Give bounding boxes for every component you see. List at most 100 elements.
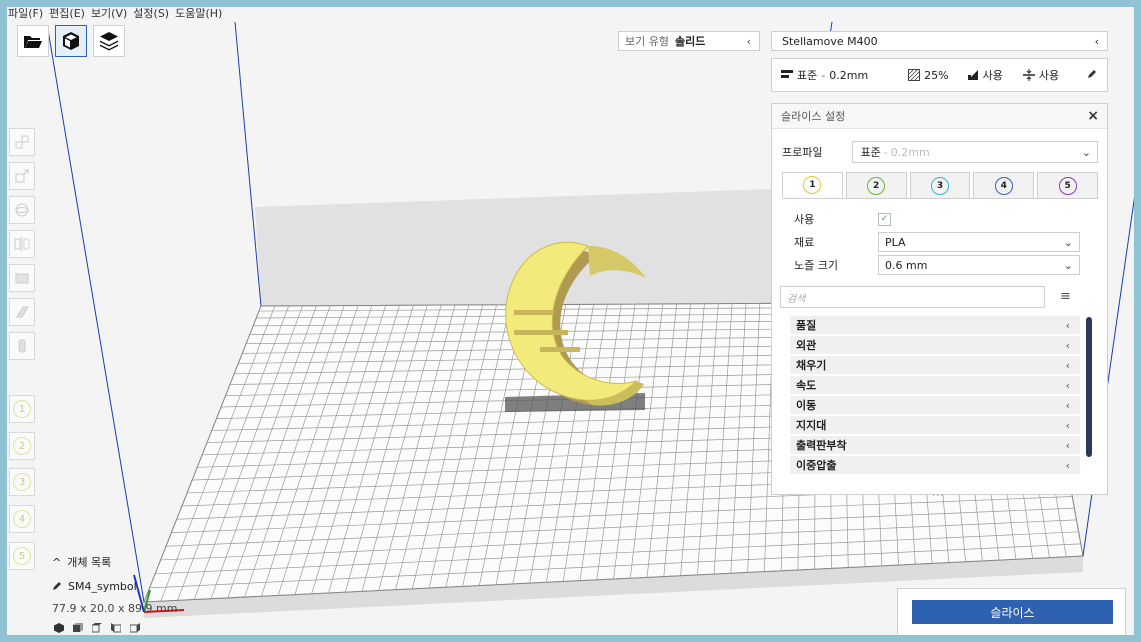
- chevron-left-icon: ‹: [1094, 34, 1099, 48]
- mirror-tool-button[interactable]: [9, 230, 35, 258]
- camera-view-buttons: [54, 622, 140, 633]
- slice-button[interactable]: 슬라이스: [912, 600, 1113, 624]
- extruder-select-5[interactable]: 5: [9, 542, 35, 570]
- summary-support: 사용: [967, 67, 1003, 83]
- object-list-toggle[interactable]: ^ 개체 목록: [52, 553, 177, 571]
- category-speed[interactable]: 속도 ‹: [790, 376, 1080, 394]
- chevron-down-icon: ⌄: [1063, 235, 1073, 249]
- tab-extruder-5[interactable]: 5: [1037, 172, 1098, 198]
- material-dropdown[interactable]: PLA ⌄: [878, 232, 1080, 252]
- extruder-select-2[interactable]: 2: [9, 432, 35, 460]
- object-list: ^ 개체 목록 SM4_symbol 77.9 x 20.0 x 89.9 mm: [52, 553, 177, 617]
- enable-row: 사용 ✓: [794, 209, 891, 229]
- layers-icon: [100, 32, 118, 51]
- view-front-icon[interactable]: [73, 622, 83, 632]
- support-blocker-button[interactable]: [9, 264, 35, 292]
- menu-help[interactable]: 도움말(H): [175, 7, 222, 21]
- profile-dropdown[interactable]: 표준 - 0.2mm ⌄: [851, 141, 1098, 163]
- cylinder-icon: [18, 339, 26, 353]
- enable-checkbox[interactable]: ✓: [878, 212, 891, 226]
- category-quality[interactable]: 품질 ‹: [790, 316, 1080, 334]
- object-name: SM4_symbol: [68, 579, 137, 593]
- category-shell[interactable]: 외관 ‹: [790, 336, 1080, 354]
- material-label: 재료: [794, 236, 815, 249]
- chevron-left-icon: ‹: [1065, 438, 1070, 452]
- profile-label: 프로파일: [782, 146, 823, 159]
- chevron-left-icon: ‹: [1065, 398, 1070, 412]
- category-travel[interactable]: 이동 ‹: [790, 396, 1080, 414]
- printer-selector[interactable]: Stellamove M400 ‹: [771, 31, 1108, 51]
- extruder-tabs: 1 2 3 4 5: [782, 172, 1098, 198]
- enable-label: 사용: [794, 213, 815, 226]
- menu-file[interactable]: 파일(F): [8, 7, 43, 21]
- hamburger-menu-icon[interactable]: ≡: [1060, 289, 1071, 304]
- chevron-left-icon: ‹: [1065, 318, 1070, 332]
- move-icon: [15, 135, 29, 149]
- edit-pencil-icon[interactable]: [1087, 69, 1097, 82]
- chevron-down-icon: ⌄: [1081, 145, 1091, 159]
- extruder-select-3[interactable]: 3: [9, 468, 35, 496]
- chevron-left-icon: ‹: [1065, 418, 1070, 432]
- nozzle-dropdown[interactable]: 0.6 mm ⌄: [878, 255, 1080, 275]
- category-dual-extrusion[interactable]: 이중압출 ‹: [790, 456, 1080, 474]
- view-top-icon[interactable]: [91, 622, 102, 633]
- cube-icon: [63, 32, 79, 50]
- material-row: 재료 PLA ⌄: [794, 232, 1080, 252]
- chevron-left-icon: ‹: [1065, 358, 1070, 372]
- tab-extruder-3[interactable]: 3: [909, 172, 971, 198]
- eraser-icon: [16, 306, 29, 318]
- extruder-select-1[interactable]: 1: [9, 395, 35, 423]
- category-scrollbar[interactable]: [1086, 317, 1092, 457]
- nozzle-row: 노즐 크기 0.6 mm ⌄: [794, 255, 1080, 275]
- category-support[interactable]: 지지대 ‹: [790, 416, 1080, 434]
- settings-search-input[interactable]: 검색: [780, 286, 1045, 308]
- tab-extruder-1[interactable]: 1: [782, 172, 843, 198]
- adhesion-icon: [1022, 69, 1035, 81]
- summary-infill: 25%: [908, 69, 949, 82]
- panel-header: 슬라이스 설정 ×: [772, 104, 1107, 129]
- tab-extruder-2[interactable]: 2: [845, 172, 907, 198]
- view-right-icon[interactable]: [129, 622, 140, 633]
- view-3d-icon[interactable]: [54, 622, 64, 633]
- layer-view-button[interactable]: [93, 25, 125, 57]
- folder-open-icon: [24, 36, 42, 48]
- menu-view[interactable]: 보기(V): [91, 7, 127, 21]
- layer-height-icon: [781, 70, 793, 78]
- chevron-down-icon: ⌄: [1063, 258, 1073, 272]
- tab-extruder-4[interactable]: 4: [973, 172, 1035, 198]
- view-type-dropdown[interactable]: 보기 유형 솔리드 ‹: [618, 31, 760, 51]
- category-infill[interactable]: 채우기 ‹: [790, 356, 1080, 374]
- rotate-tool-button[interactable]: [9, 196, 35, 224]
- per-model-settings-button[interactable]: [9, 332, 35, 360]
- object-name-row[interactable]: SM4_symbol: [52, 577, 177, 595]
- view-left-icon[interactable]: [111, 622, 122, 633]
- view-type-label: 보기 유형: [625, 35, 669, 48]
- scale-tool-button[interactable]: [9, 162, 35, 190]
- prepare-view-button[interactable]: [55, 25, 87, 57]
- chevron-left-icon: ‹: [746, 34, 751, 48]
- close-icon[interactable]: ×: [1087, 108, 1099, 124]
- chevron-left-icon: ‹: [1065, 338, 1070, 352]
- extruder-select-4[interactable]: 4: [9, 505, 35, 533]
- scale-icon: [15, 169, 29, 183]
- profile-row: 프로파일 표준 - 0.2mm ⌄: [782, 140, 1098, 164]
- slice-panel: 슬라이스: [897, 588, 1126, 636]
- category-adhesion[interactable]: 출력판부착 ‹: [790, 436, 1080, 454]
- chevron-left-icon: ‹: [1065, 458, 1070, 472]
- rotate-icon: [15, 203, 29, 217]
- summary-profile: 표준 - 0.2mm: [781, 67, 868, 83]
- panel-title: 슬라이스 설정: [781, 110, 846, 123]
- object-list-header: 개체 목록: [67, 556, 112, 569]
- chevron-up-icon: ^: [52, 555, 62, 569]
- menu-edit[interactable]: 편집(E): [49, 7, 85, 21]
- print-setup-summary[interactable]: 표준 - 0.2mm 25% 사용 사용: [771, 58, 1108, 92]
- mirror-icon: [14, 237, 30, 251]
- menu-settings[interactable]: 설정(S): [133, 7, 169, 21]
- menu-bar: 파일(F) 편집(E) 보기(V) 설정(S) 도움말(H): [8, 7, 222, 21]
- open-file-button[interactable]: [17, 25, 49, 57]
- paint-tool-button[interactable]: [9, 298, 35, 326]
- panel-resize-handle[interactable]: ···: [932, 491, 945, 502]
- object-dimensions: 77.9 x 20.0 x 89.9 mm: [52, 601, 178, 615]
- move-tool-button[interactable]: [9, 128, 35, 156]
- chevron-left-icon: ‹: [1065, 378, 1070, 392]
